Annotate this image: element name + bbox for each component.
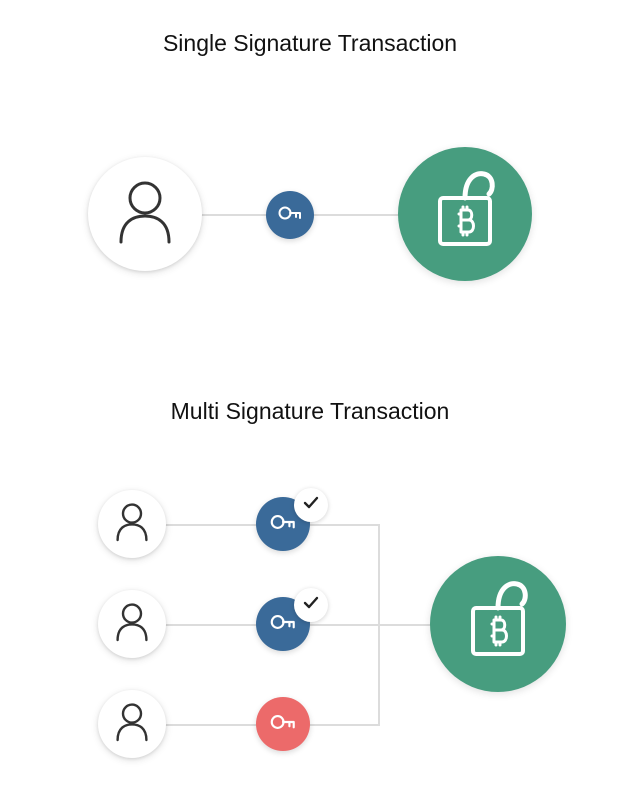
connector-line xyxy=(378,524,380,726)
unlock-bitcoin-icon xyxy=(461,578,535,671)
user-icon xyxy=(115,180,175,249)
user-node-1 xyxy=(98,490,166,558)
connector-line xyxy=(290,624,440,626)
key-icon xyxy=(268,507,298,542)
check-badge-2 xyxy=(294,588,328,622)
check-icon xyxy=(302,594,320,617)
unlock-node xyxy=(430,556,566,692)
user-icon xyxy=(114,702,150,747)
key-node xyxy=(266,191,314,239)
single-sig-title: Single Signature Transaction xyxy=(0,30,620,57)
user-node xyxy=(88,157,202,271)
key-icon xyxy=(276,199,304,232)
multi-sig-title: Multi Signature Transaction xyxy=(0,398,620,425)
key-node-3-invalid xyxy=(256,697,310,751)
unlock-node xyxy=(398,147,532,281)
key-icon xyxy=(268,607,298,642)
check-badge-1 xyxy=(294,488,328,522)
user-node-2 xyxy=(98,590,166,658)
key-icon xyxy=(268,707,298,742)
check-icon xyxy=(302,494,320,517)
unlock-bitcoin-icon xyxy=(428,168,502,261)
user-node-3 xyxy=(98,690,166,758)
user-icon xyxy=(114,602,150,647)
user-icon xyxy=(114,502,150,547)
